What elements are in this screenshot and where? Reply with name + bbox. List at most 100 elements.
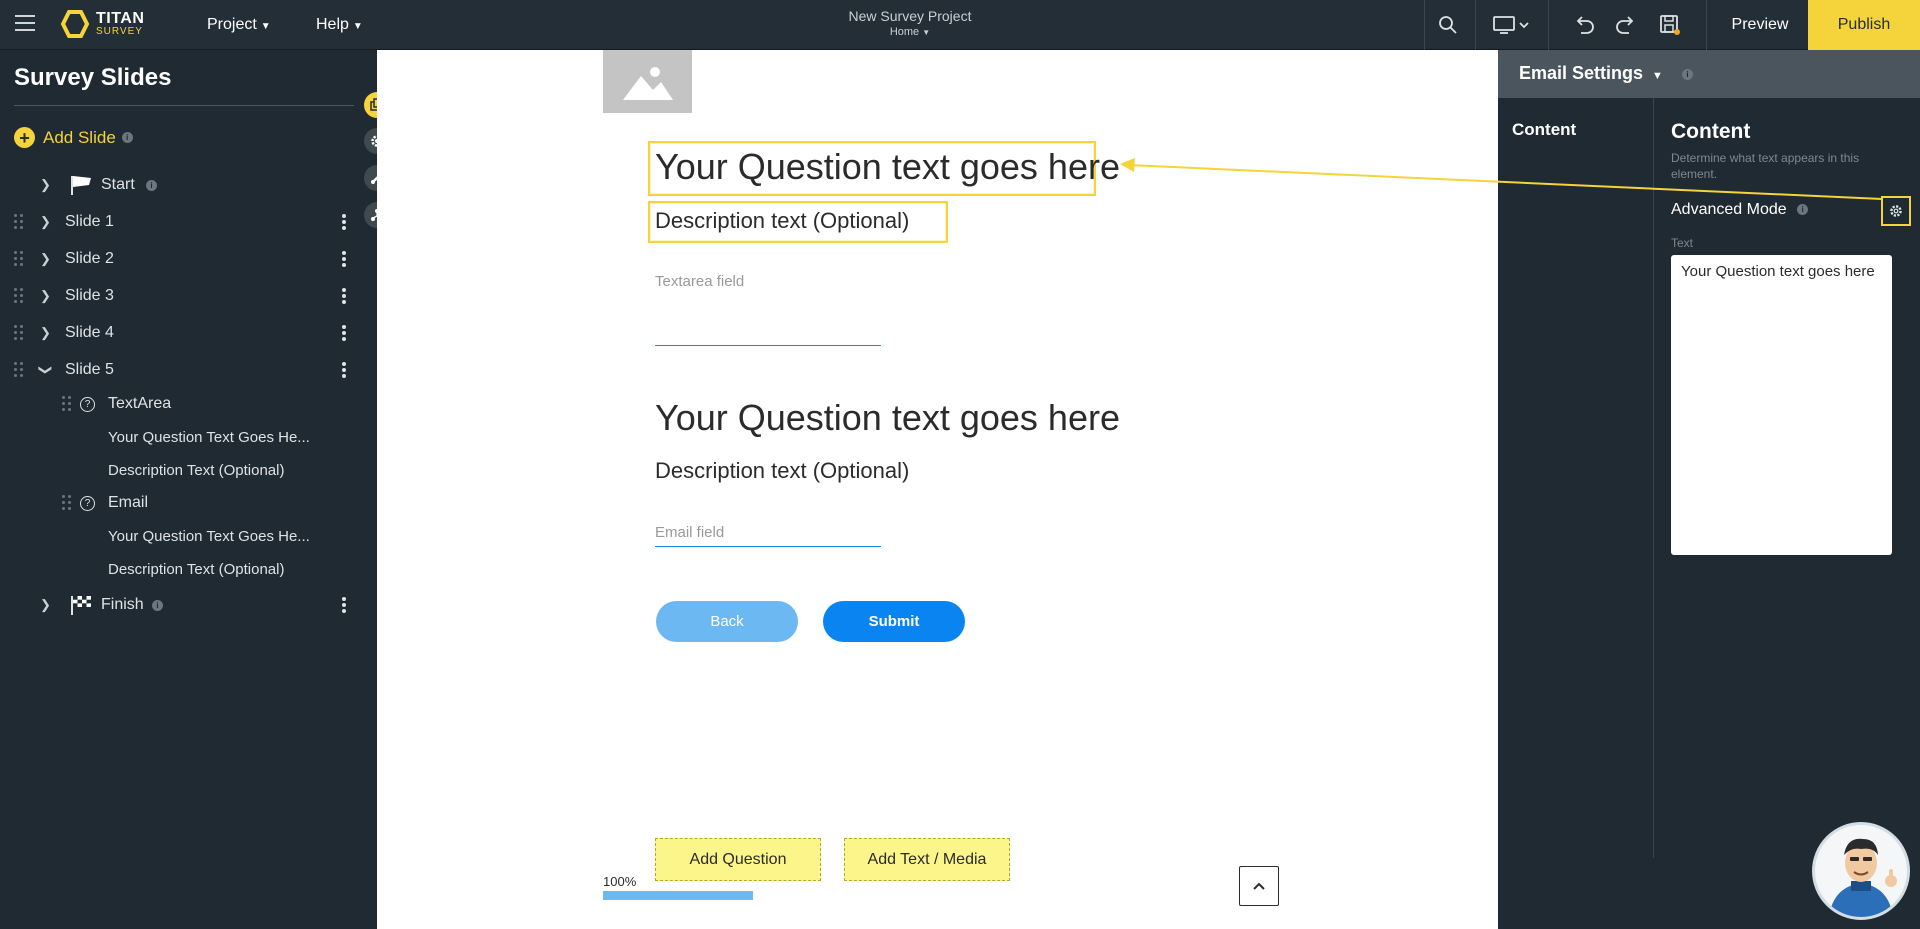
text-input[interactable]: Your Question text goes here	[1671, 255, 1892, 555]
drag-handle-icon[interactable]	[62, 495, 74, 511]
textarea-field-placeholder[interactable]: Textarea field	[655, 273, 744, 290]
slide-label: Slide 2	[65, 250, 114, 267]
titan-logo: TITAN SURVEY	[60, 9, 144, 39]
element-description-text[interactable]: Description Text (Optional)	[0, 456, 370, 484]
plus-icon: +	[14, 127, 35, 148]
progress-bar-fill	[603, 891, 753, 900]
info-icon[interactable]: i	[121, 132, 133, 143]
more-options-icon[interactable]	[342, 597, 346, 613]
slide-label: Slide 3	[65, 287, 114, 304]
question-description[interactable]: Description text (Optional)	[655, 458, 909, 484]
panel-title: Email Settings	[1519, 63, 1644, 83]
project-page-label: Home	[889, 26, 920, 38]
search-icon[interactable]	[1435, 12, 1461, 38]
content-section-title: Content	[1671, 120, 1751, 143]
question-description[interactable]: Description text (Optional)	[655, 208, 909, 234]
survey-canvas: Your Question text goes here Description…	[377, 50, 1498, 929]
drag-handle-icon[interactable]	[14, 362, 26, 378]
add-text-media-button[interactable]: Add Text / Media	[844, 838, 1010, 881]
element-label: TextArea	[108, 395, 172, 412]
slide-5[interactable]: ❯ Slide 5	[0, 356, 370, 384]
project-page-selector[interactable]: Home ▼	[760, 26, 1060, 38]
preview-button[interactable]: Preview	[1712, 0, 1808, 50]
slide-label: Finish	[101, 596, 144, 613]
slide-4[interactable]: ❯ Slide 4	[0, 319, 370, 347]
more-options-icon[interactable]	[342, 325, 346, 341]
panel-nav	[1498, 98, 1654, 858]
element-description-text[interactable]: Description Text (Optional)	[0, 555, 370, 583]
element-question-text[interactable]: Your Question Text Goes He...	[0, 522, 370, 550]
start-flag-icon	[71, 176, 91, 195]
slide-2[interactable]: ❯ Slide 2	[0, 245, 370, 273]
project-menu-label: Project	[207, 16, 257, 33]
element-textarea[interactable]: ? TextArea	[0, 390, 370, 418]
info-icon[interactable]: i	[152, 600, 163, 611]
progress-bar	[603, 891, 753, 900]
sidebar-title: Survey Slides	[14, 64, 172, 91]
chevron-right-icon[interactable]: ❯	[40, 288, 51, 304]
project-menu[interactable]: Project ▼	[207, 16, 271, 34]
chevron-down-icon: ▼	[922, 28, 931, 37]
advanced-mode-label: Advanced Mode i	[1671, 201, 1809, 219]
more-options-icon[interactable]	[342, 251, 346, 267]
drag-handle-icon[interactable]	[14, 288, 26, 304]
question-title[interactable]: Your Question text goes here	[655, 146, 1120, 188]
slide-3[interactable]: ❯ Slide 3	[0, 282, 370, 310]
element-email[interactable]: ? Email	[0, 489, 370, 517]
image-placeholder[interactable]	[603, 50, 692, 113]
question-title[interactable]: Your Question text goes here	[655, 397, 1120, 439]
submit-button[interactable]: Submit	[823, 601, 965, 642]
slide-label: Start	[101, 176, 135, 193]
device-preview-dropdown[interactable]	[1490, 12, 1534, 38]
scroll-to-top-button[interactable]	[1239, 866, 1279, 906]
drag-handle-icon[interactable]	[14, 325, 26, 341]
add-question-button[interactable]: Add Question	[655, 838, 821, 881]
slide-start[interactable]: ❯ Start i	[0, 171, 370, 199]
info-icon[interactable]: i	[146, 180, 157, 191]
logo-subtitle: SURVEY	[96, 26, 143, 37]
undo-icon[interactable]	[1571, 12, 1597, 38]
chevron-right-icon[interactable]: ❯	[40, 251, 51, 267]
question-icon: ?	[80, 396, 95, 412]
advanced-mode-text: Advanced Mode	[1671, 201, 1787, 218]
gear-icon	[1890, 205, 1902, 217]
info-icon[interactable]: i	[1797, 204, 1809, 216]
element-question-text[interactable]: Your Question Text Goes He...	[0, 423, 370, 451]
help-menu[interactable]: Help ▼	[316, 16, 363, 34]
slide-1[interactable]: ❯ Slide 1	[0, 208, 370, 236]
chevron-down-icon: ▼	[260, 21, 271, 32]
more-options-icon[interactable]	[342, 362, 346, 378]
chevron-down-icon: ▼	[352, 21, 363, 32]
chevron-right-icon[interactable]: ❯	[40, 214, 51, 230]
hamburger-menu-icon[interactable]	[15, 15, 35, 31]
save-icon[interactable]	[1657, 12, 1683, 38]
chevron-right-icon[interactable]: ❯	[40, 597, 51, 613]
advanced-mode-gear-button[interactable]	[1881, 196, 1911, 226]
slide-finish[interactable]: ❯ Finish i	[0, 591, 370, 619]
element-label: Your Question Text Goes He...	[108, 428, 310, 446]
drag-handle-icon[interactable]	[14, 214, 26, 230]
info-icon[interactable]: i	[1681, 68, 1693, 80]
chevron-right-icon[interactable]: ❯	[40, 325, 51, 341]
more-options-icon[interactable]	[342, 214, 346, 230]
redo-icon[interactable]	[1613, 12, 1639, 38]
image-icon	[622, 66, 673, 100]
back-button[interactable]: Back	[656, 601, 798, 642]
email-field-placeholder[interactable]: Email field	[655, 524, 724, 541]
element-label: Description Text (Optional)	[108, 560, 285, 578]
drag-handle-icon[interactable]	[14, 251, 26, 267]
add-slide-button[interactable]: + Add Slide i	[14, 127, 133, 148]
panel-header: Email Settings ▼ i	[1498, 50, 1920, 98]
slide-label: Slide 5	[65, 361, 114, 378]
chevron-down-icon[interactable]: ❯	[37, 365, 53, 376]
publish-button[interactable]: Publish	[1808, 0, 1920, 50]
chevron-up-icon	[1253, 882, 1265, 890]
monitor-icon	[1493, 16, 1529, 34]
panel-nav-content[interactable]: Content	[1512, 120, 1576, 140]
chevron-right-icon[interactable]: ❯	[40, 177, 51, 193]
more-options-icon[interactable]	[342, 288, 346, 304]
element-label: Description Text (Optional)	[108, 461, 285, 479]
drag-handle-icon[interactable]	[62, 396, 74, 412]
help-assistant-avatar[interactable]	[1812, 822, 1910, 920]
panel-title-dropdown[interactable]: Email Settings ▼ i	[1519, 63, 1693, 84]
